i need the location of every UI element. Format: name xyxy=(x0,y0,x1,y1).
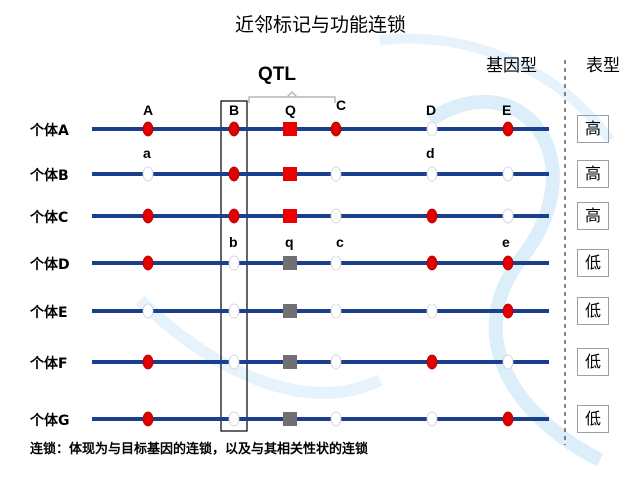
qtl-allele xyxy=(283,167,297,181)
marker-allele xyxy=(426,303,438,319)
individual-label: 个体C xyxy=(30,210,69,226)
marker-allele xyxy=(228,166,240,182)
marker-allele xyxy=(426,121,438,137)
marker-letter: B xyxy=(229,102,240,118)
marker-letter: q xyxy=(285,234,294,250)
chromosome-layer xyxy=(92,121,549,427)
individual-label: 个体A xyxy=(30,123,69,139)
phenotype-box: 低 xyxy=(577,297,609,325)
marker-allele xyxy=(228,303,240,319)
marker-allele xyxy=(142,208,154,224)
marker-allele xyxy=(330,354,342,370)
marker-letter: d xyxy=(426,145,435,161)
marker-allele xyxy=(228,255,240,271)
marker-allele xyxy=(330,411,342,427)
marker-allele xyxy=(502,166,514,182)
caption: 连锁：体现为与目标基因的连锁，以及与其相关性状的连锁 xyxy=(30,442,369,457)
marker-letter: e xyxy=(502,234,510,250)
marker-letter: Q xyxy=(285,102,296,118)
marker-allele xyxy=(502,121,514,137)
marker-allele xyxy=(142,354,154,370)
marker-allele xyxy=(142,166,154,182)
qtl-allele xyxy=(283,412,297,426)
marker-allele xyxy=(142,411,154,427)
marker-allele xyxy=(330,208,342,224)
qtl-allele xyxy=(283,256,297,270)
marker-allele xyxy=(330,166,342,182)
marker-allele xyxy=(502,411,514,427)
qtl-allele xyxy=(283,304,297,318)
individual-label: 个体B xyxy=(30,168,69,184)
marker-allele xyxy=(142,303,154,319)
phenotype-box: 高 xyxy=(577,115,609,143)
marker-letter: b xyxy=(229,234,238,250)
marker-allele xyxy=(228,354,240,370)
diagram: 近邻标记与功能连锁 QTL 基因型 表型 个体A 高个体B 高个体C 高个体D 低个体E… xyxy=(0,0,641,482)
phenotype-box: 低 xyxy=(577,405,609,433)
marker-allele xyxy=(142,121,154,137)
individual-label: 个体G xyxy=(30,413,70,429)
marker-allele xyxy=(502,208,514,224)
marker-letter: A xyxy=(143,102,154,118)
marker-allele xyxy=(502,354,514,370)
marker-allele xyxy=(426,166,438,182)
marker-allele xyxy=(502,303,514,319)
marker-letter: c xyxy=(336,234,344,250)
qtl-allele xyxy=(283,355,297,369)
phenotype-box: 高 xyxy=(577,202,609,230)
qtl-allele xyxy=(283,209,297,223)
marker-letter: D xyxy=(426,102,437,118)
individual-label: 个体E xyxy=(30,305,68,321)
marker-allele xyxy=(142,255,154,271)
marker-allele xyxy=(228,121,240,137)
marker-allele xyxy=(228,411,240,427)
marker-allele xyxy=(426,354,438,370)
phenotype-box: 低 xyxy=(577,249,609,277)
individual-label: 个体D xyxy=(30,257,70,273)
marker-allele xyxy=(330,255,342,271)
marker-letter: C xyxy=(336,97,347,113)
marker-allele xyxy=(426,255,438,271)
marker-letter: E xyxy=(502,102,512,118)
individual-label: 个体F xyxy=(30,356,68,372)
marker-allele xyxy=(502,255,514,271)
marker-allele xyxy=(228,208,240,224)
phenotype-box: 高 xyxy=(577,160,609,188)
marker-allele xyxy=(426,411,438,427)
phenotype-box: 低 xyxy=(577,348,609,376)
marker-allele xyxy=(330,121,342,137)
marker-allele xyxy=(330,303,342,319)
qtl-allele xyxy=(283,122,297,136)
marker-letter: a xyxy=(143,145,151,161)
marker-allele xyxy=(426,208,438,224)
